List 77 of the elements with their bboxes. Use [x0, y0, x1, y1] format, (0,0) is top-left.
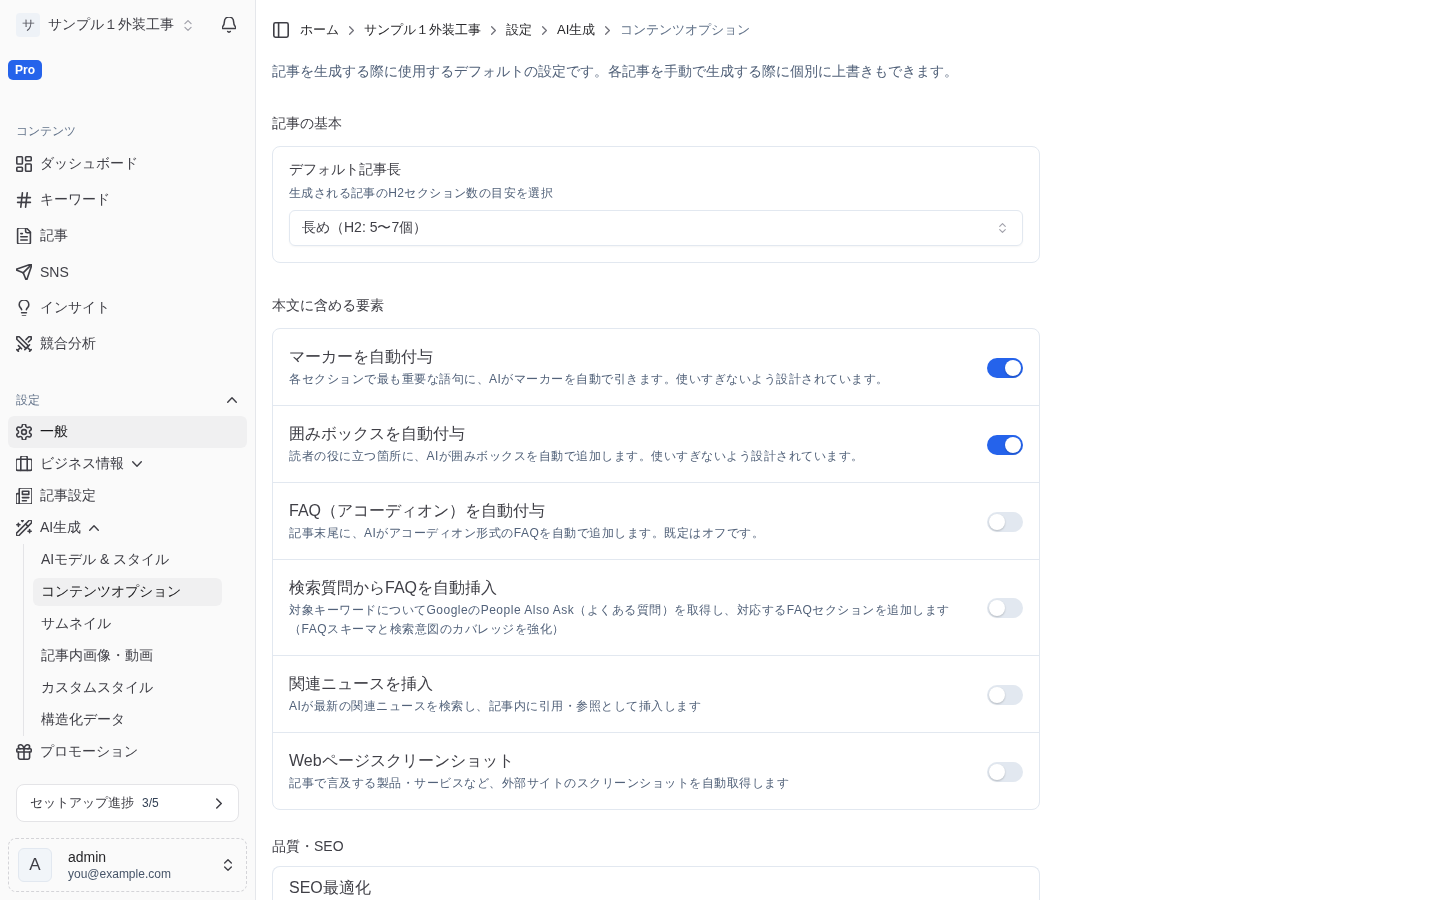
nav-item[interactable]: ダッシュボード [8, 146, 247, 182]
field-label: デフォルト記事長 [289, 160, 402, 179]
nav-subitem[interactable]: 記事内画像・動画 [33, 642, 222, 670]
select-field[interactable]: 長め（H2: 5〜7個） [289, 210, 1023, 246]
field-hint: 生成される記事のH2セクション数の目安を選択 [289, 185, 555, 202]
setting-label: 関連ニュースを挿入 [289, 674, 434, 694]
toggle-switch[interactable] [987, 511, 1023, 532]
settings-icon [16, 424, 32, 440]
setting-description: AIが最新の関連ニュースを検索し、記事内に引用・参照として挿入します [289, 698, 703, 715]
nav-item[interactable]: 記事設定 [8, 480, 247, 512]
crossed-swords-icon [16, 336, 32, 352]
setting-description: 読者の役に立つ箇所に、AIが囲みボックスを自動で追加します。使いすぎないよう設計されています。 [289, 448, 865, 465]
magic-wand-icon [16, 520, 32, 536]
document-icon [16, 228, 32, 244]
toggle-switch[interactable] [987, 357, 1023, 378]
toggle-switch[interactable] [987, 434, 1023, 455]
breadcrumb-link[interactable]: ホーム [300, 21, 339, 39]
toggle-switch[interactable] [987, 598, 1023, 618]
user-avatar: A [18, 848, 52, 882]
section-title: 記事の基本 [272, 114, 342, 133]
chevrons-up-down-icon [999, 223, 1006, 233]
setting-label: 検索質問からFAQを自動挿入 [289, 578, 498, 598]
breadcrumb-link[interactable]: 設定 [506, 21, 532, 39]
breadcrumb-link[interactable]: AI生成 [557, 21, 596, 39]
toggle-switch[interactable] [987, 761, 1023, 782]
nav-subitem[interactable]: コンテンツオプション [33, 578, 222, 606]
section-label: コンテンツ [15, 123, 77, 139]
nav-item[interactable]: インサイト [8, 290, 247, 326]
setting-description: 記事末尾に、AIがアコーディオン形式のFAQを自動で追加します。既定はオフです。 [289, 525, 766, 542]
briefcase-icon [16, 456, 32, 472]
nav-item[interactable]: プロモーション [8, 736, 247, 768]
paper-plane-icon [16, 264, 32, 280]
setting-description: 各セクションで最も重要な語句に、AIがマーカーを自動で引きます。使いすぎないよう設計されています。 [289, 371, 890, 388]
setting-label: マーカーを自動付与 [289, 347, 434, 367]
workspace-switcher[interactable]: サ サンプル１外装工事 [16, 13, 192, 37]
section-title: 品質・SEO [272, 837, 344, 856]
section-title: 本文に含める要素 [272, 296, 384, 315]
chevrons-up-down-icon [224, 859, 232, 871]
nav-item[interactable]: AI生成 [8, 512, 247, 544]
setup-progress-button[interactable]: セットアップ進捗 3/5 [16, 784, 239, 822]
setting-label: SEO最適化 [289, 879, 371, 896]
nav-item[interactable]: SNS [8, 254, 247, 290]
breadcrumb-link[interactable]: サンプル１外装工事 [364, 21, 481, 39]
chevron-right-icon [542, 25, 547, 35]
nav-subitem[interactable]: AIモデル & スタイル [33, 546, 222, 574]
nav-item[interactable]: キーワード [8, 182, 247, 218]
nav-item[interactable]: 記事 [8, 218, 247, 254]
nav-item[interactable]: 一般 [8, 416, 247, 448]
setting-description: 記事で言及する製品・サービスなど、外部サイトのスクリーンショットを自動取得します [289, 775, 790, 792]
chevron-right-icon [491, 25, 496, 35]
plan-badge: Pro [8, 60, 42, 80]
bell-icon[interactable] [222, 17, 236, 33]
nav-subitem[interactable]: サムネイル [33, 610, 222, 638]
workspace-avatar: サ [16, 13, 40, 37]
setting-label: 囲みボックスを自動付与 [289, 424, 466, 444]
chevron-right-icon [349, 25, 354, 35]
chevrons-up-down-icon [184, 19, 192, 31]
nav-subitem[interactable]: 構造化データ [33, 706, 222, 734]
setting-description: 対象キーワードについてGoogleのPeople Also Ask（よくある質問）を取得し、対応するFAQセクションを追加します（FAQスキーマと検索意図のカバレッジを強化） [289, 602, 951, 638]
section-header[interactable]: 設定 [8, 392, 247, 408]
breadcrumb-current: コンテンツオプション [620, 21, 751, 39]
sidebar-panel-icon[interactable] [273, 22, 289, 38]
grid-icon [16, 156, 32, 172]
page-description: 記事を生成する際に使用するデフォルトの設定です。各記事を手動で生成する際に個別に上書きもできます。 [272, 62, 958, 81]
nav-subitem[interactable]: カスタムスタイル [33, 674, 222, 702]
lightbulb-icon [16, 300, 32, 316]
chevron-right-icon [605, 25, 611, 35]
newspaper-icon [16, 488, 32, 504]
chevron-right-icon [216, 797, 222, 809]
hash-icon [16, 192, 32, 208]
toggle-switch[interactable] [987, 684, 1023, 705]
setting-label: Webページスクリーンショット [289, 751, 515, 771]
account-switcher[interactable]: A admin you@example.com [8, 838, 247, 892]
gift-icon [16, 744, 32, 760]
nav-item[interactable]: ビジネス情報 [8, 448, 247, 480]
setting-label: FAQ（アコーディオン）を自動付与 [289, 501, 546, 521]
nav-item[interactable]: 競合分析 [8, 326, 247, 362]
